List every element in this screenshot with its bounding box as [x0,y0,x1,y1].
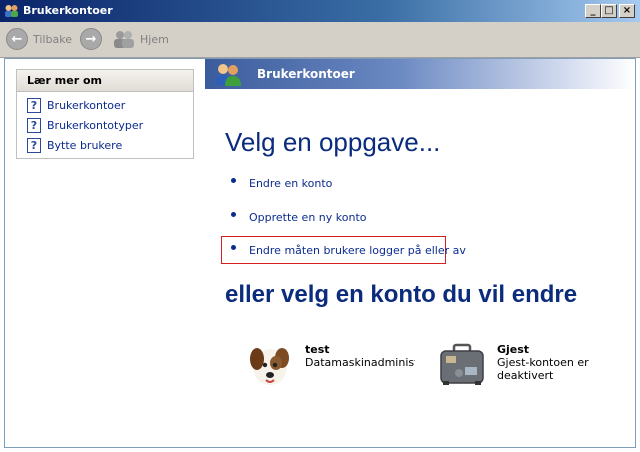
account-test[interactable]: test Datamaskinadministrator [245,341,417,391]
forward-button[interactable]: → [80,26,107,52]
title-bar: Brukerkontoer _ □ × [0,0,640,22]
task-heading: Velg en oppgave... [225,127,441,157]
bullet-icon [231,178,236,183]
learn-item-label: Brukerkontoer [47,98,126,112]
learn-item-user-accounts[interactable]: ? Brukerkontoer [17,95,193,115]
maximize-button[interactable]: □ [601,4,617,18]
banner-title: Brukerkontoer [257,67,355,81]
learn-item-label: Bytte brukere [47,138,123,152]
task-change-logon[interactable]: Endre måten brukere logger på eller av [231,244,466,257]
learn-about-panel: Lær mer om ? Brukerkontoer ? Brukerkonto… [16,69,194,159]
task-label: Endre måten brukere logger på eller av [249,244,466,257]
task-change-account[interactable]: Endre en konto [231,177,332,190]
bullet-icon [231,245,236,250]
task-create-account[interactable]: Opprette en ny konto [231,211,367,224]
account-description: Datamaskinadministrator [305,356,415,369]
page-banner: Brukerkontoer [205,59,635,89]
account-name: test [305,343,330,356]
user-accounts-icon [215,64,241,86]
help-icon: ? [27,117,41,133]
learn-item-account-types[interactable]: ? Brukerkontotyper [17,115,193,135]
learn-item-switch-users[interactable]: ? Bytte brukere [17,135,193,155]
back-button[interactable]: ← Tilbake [6,26,72,52]
minimize-button[interactable]: _ [585,4,601,18]
learn-about-heading: Lær mer om [17,70,193,92]
forward-arrow-icon: → [80,28,102,50]
close-button[interactable]: × [619,4,635,18]
window-title: Brukerkontoer [23,4,113,17]
dog-avatar-icon [250,348,289,385]
bullet-icon [231,212,236,217]
home-button[interactable]: Hjem [112,26,169,52]
back-arrow-icon: ← [6,28,28,50]
home-users-icon [114,31,134,48]
suitcase-avatar-icon [440,343,484,385]
account-description: Gjest-kontoen er deaktivert [497,356,589,382]
account-heading: eller velg en konto du vil endre [225,281,578,308]
help-icon: ? [27,97,41,113]
account-guest[interactable]: Gjest Gjest-kontoen er deaktivert [437,341,617,391]
toolbar: ← Tilbake → Hjem [0,22,640,58]
account-name: Gjest [497,343,530,356]
users-app-icon [5,5,18,17]
content-frame: Lær mer om ? Brukerkontoer ? Brukerkonto… [4,58,636,448]
home-label: Hjem [140,32,169,46]
task-label: Opprette en ny konto [249,211,367,224]
task-label: Endre en konto [249,177,333,190]
help-icon: ? [27,137,41,153]
back-label: Tilbake [33,32,72,46]
learn-item-label: Brukerkontotyper [47,118,144,132]
